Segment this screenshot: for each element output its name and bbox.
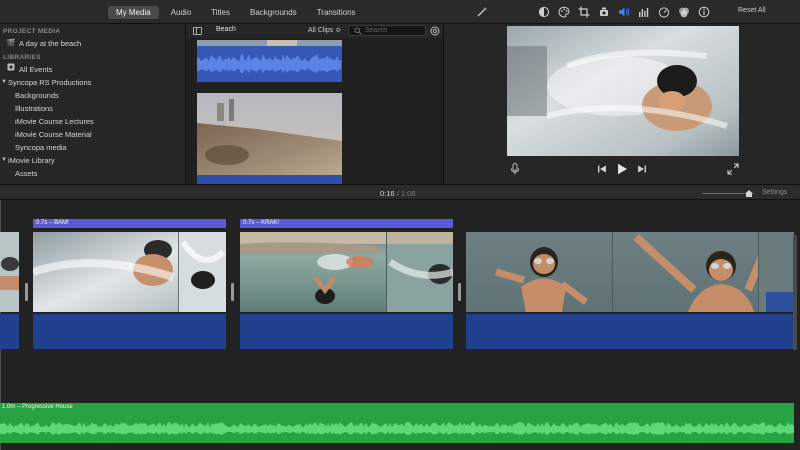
crop-icon[interactable]: [578, 6, 590, 18]
transition-handle[interactable]: [231, 283, 234, 301]
playback-controls: [597, 163, 647, 175]
sidebar-item-course-material[interactable]: iMovie Course Material: [0, 128, 185, 141]
fullscreen-icon[interactable]: [727, 163, 739, 175]
clip-filmstrip: [466, 232, 794, 312]
tab-titles[interactable]: Titles: [203, 6, 238, 19]
clip-thumbnail-beach[interactable]: [197, 93, 342, 184]
library-imovie[interactable]: ▼ iMovie Library: [0, 154, 185, 167]
magic-wand-icon[interactable]: [476, 6, 488, 18]
disclosure-triangle-icon[interactable]: ▼: [0, 154, 8, 167]
time-separator: /: [396, 189, 399, 198]
transition-handle[interactable]: [25, 283, 28, 301]
sidebar-item-project[interactable]: 🎬 A day at the beach: [0, 37, 185, 50]
disclosure-triangle-icon[interactable]: ▼: [0, 76, 8, 89]
viewer: [444, 24, 800, 184]
clips-filter-dropdown[interactable]: All Clips ≎: [308, 26, 341, 34]
media-browser: Beach All Clips ≎: [186, 24, 444, 184]
tab-audio[interactable]: Audio: [163, 6, 199, 19]
media-tabs: My Media Audio Titles Backgrounds Transi…: [108, 6, 364, 19]
event-title: Beach: [216, 26, 236, 33]
sidebar-toggle-icon[interactable]: [193, 27, 202, 35]
video-preview: [507, 26, 739, 156]
sidebar-item-assets[interactable]: Assets: [0, 167, 185, 180]
project-media-heading: PROJECT MEDIA: [3, 28, 61, 35]
skip-back-icon[interactable]: [597, 164, 607, 174]
music-waveform: [0, 422, 794, 435]
film-icon: 🎬: [6, 40, 16, 47]
background-music-track[interactable]: 1.0m – Progressive House: [0, 403, 794, 443]
volume-icon[interactable]: [618, 6, 630, 18]
music-track-label: 1.0m – Progressive House: [2, 404, 73, 410]
sidebar-item-course-lectures[interactable]: iMovie Course Lectures: [0, 115, 185, 128]
title-clip-krak[interactable]: 0.7s – KRAK!: [240, 219, 453, 228]
play-icon[interactable]: [616, 163, 628, 175]
sidebar-item-label: All Events: [19, 65, 53, 74]
video-clip-2[interactable]: [33, 232, 226, 350]
libraries-sidebar: PROJECT MEDIA 🎬 A day at the beach LIBRA…: [0, 24, 186, 184]
gear-icon[interactable]: [430, 26, 440, 36]
reset-all-button[interactable]: Reset All: [738, 7, 766, 14]
tab-transitions[interactable]: Transitions: [309, 6, 364, 19]
sidebar-item-backgrounds[interactable]: Backgrounds: [0, 89, 185, 102]
sidebar-item-illustrations[interactable]: Illustrations: [0, 102, 185, 115]
browser-toolbar: Beach All Clips ≎: [186, 24, 443, 38]
video-clip-1[interactable]: [0, 232, 19, 350]
timecode-display: 0:16 / 1:08: [380, 189, 416, 198]
color-correction-icon[interactable]: [558, 6, 570, 18]
adjustments-bar: [538, 6, 710, 18]
microphone-icon[interactable]: [510, 163, 520, 175]
clip-filmstrip: [33, 232, 226, 312]
sidebar-item-label: A day at the beach: [19, 39, 82, 48]
clip-thumbnail-audio[interactable]: [197, 40, 342, 82]
transition-handle[interactable]: [458, 283, 461, 301]
clip-audio-track: [0, 314, 19, 349]
library-label: Syncopa RS Productions: [8, 78, 92, 87]
clip-audio-track: [466, 314, 794, 349]
settings-button[interactable]: Settings: [762, 189, 787, 196]
clip-filmstrip: [240, 232, 453, 312]
stabilization-icon[interactable]: [598, 6, 610, 18]
speed-icon[interactable]: [658, 6, 670, 18]
tab-my-media[interactable]: My Media: [108, 6, 159, 19]
library-label: iMovie Library: [8, 156, 55, 165]
search-field[interactable]: [348, 25, 426, 36]
clip-audio-track: [240, 314, 453, 349]
zoom-knob[interactable]: [746, 190, 752, 197]
top-toolbar: My Media Audio Titles Backgrounds Transi…: [0, 0, 800, 24]
clip-filmstrip: [0, 232, 19, 312]
clip-audio-track: [33, 314, 226, 349]
clip-filter-icon[interactable]: [678, 6, 690, 18]
timeline-scrollbar[interactable]: [793, 235, 797, 350]
video-clip-3[interactable]: [240, 232, 453, 350]
sidebar-item-all-events[interactable]: All Events: [0, 63, 185, 76]
timeline-toolbar: 0:16 / 1:08 Settings: [0, 184, 800, 200]
search-icon: [354, 27, 362, 35]
current-time: 0:16: [380, 189, 395, 198]
title-clip-bam[interactable]: 0.7s – BAM!: [33, 219, 226, 228]
noise-reduction-icon[interactable]: [638, 6, 650, 18]
search-input[interactable]: [365, 26, 423, 35]
sidebar-item-syncopa-media[interactable]: Syncopa media: [0, 141, 185, 154]
color-balance-icon[interactable]: [538, 6, 550, 18]
info-icon[interactable]: [698, 6, 710, 18]
libraries-heading: LIBRARIES: [3, 54, 41, 61]
tab-backgrounds[interactable]: Backgrounds: [242, 6, 305, 19]
video-clip-4[interactable]: [466, 232, 794, 350]
star-icon: [6, 63, 16, 76]
skip-forward-icon[interactable]: [637, 164, 647, 174]
library-syncopa[interactable]: ▼ Syncopa RS Productions: [0, 76, 185, 89]
total-time: 1:08: [400, 189, 416, 198]
timeline-zoom-slider[interactable]: [702, 190, 754, 197]
